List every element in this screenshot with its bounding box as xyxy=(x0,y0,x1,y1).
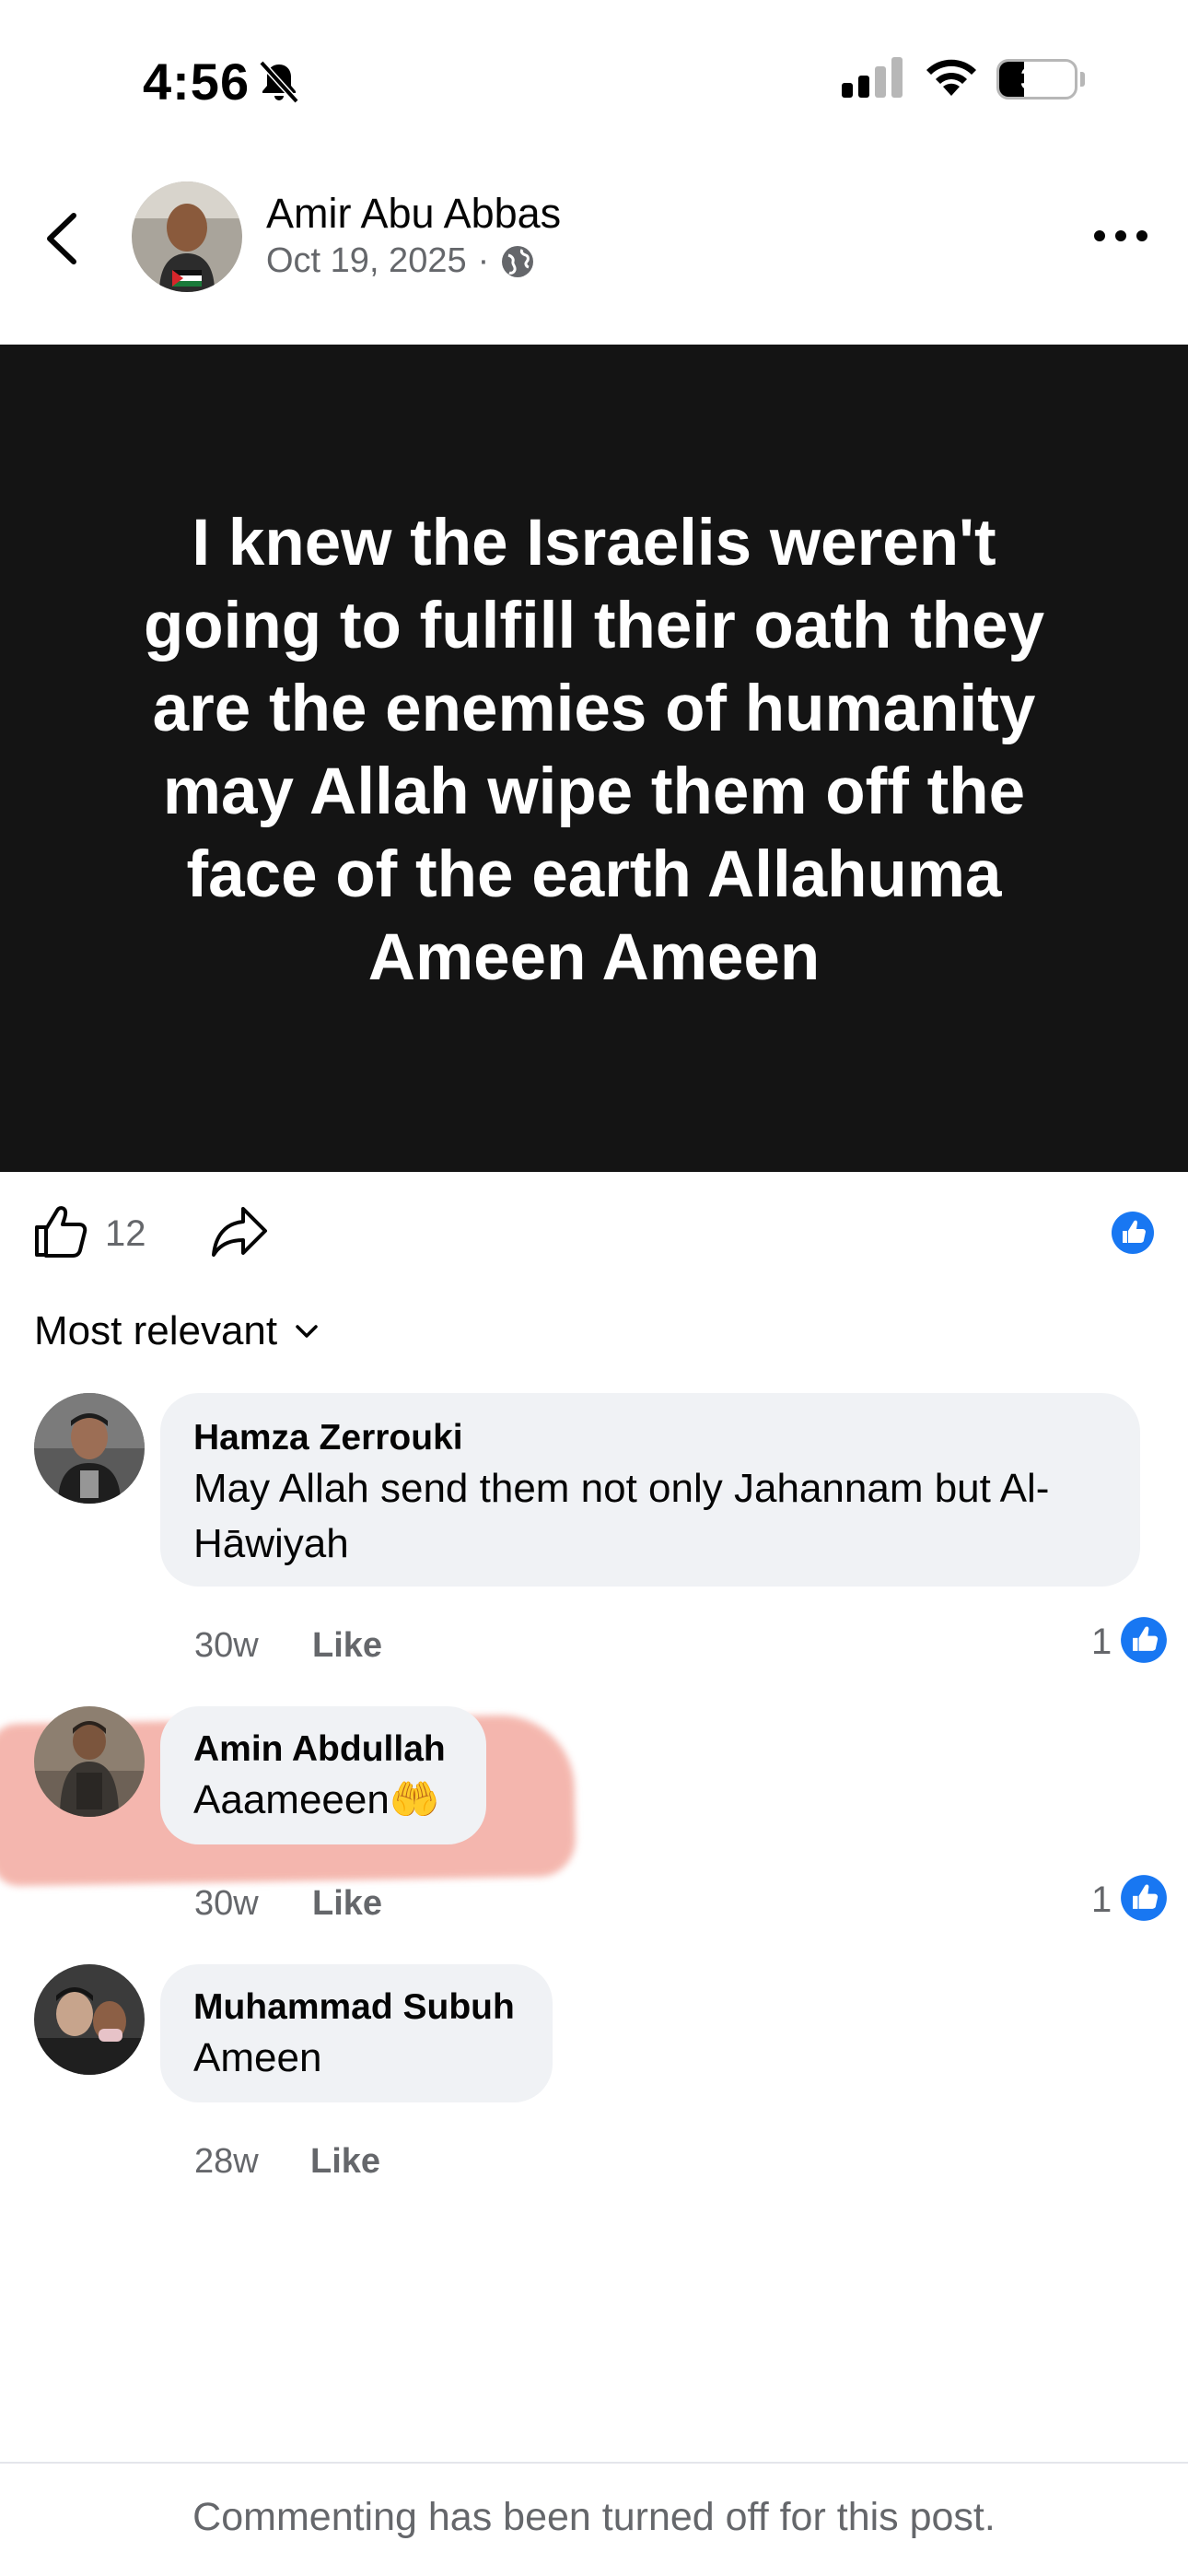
comment-like-button[interactable]: Like xyxy=(312,1626,382,1666)
comment-bubble[interactable]: Hamza Zerrouki May Allah send them not o… xyxy=(160,1393,1140,1587)
thumbs-up-icon[interactable] xyxy=(31,1201,90,1260)
commenter-avatar[interactable] xyxy=(34,1964,145,2075)
back-chevron-icon[interactable] xyxy=(39,210,85,267)
comment-text: Ameen xyxy=(193,2035,322,2080)
chevron-down-icon xyxy=(296,1325,318,1338)
wifi-icon xyxy=(926,59,976,96)
like-count[interactable]: 12 xyxy=(105,1213,146,1255)
comment-text: May Allah send them not only Jahannam bu… xyxy=(193,1466,1050,1511)
post-date[interactable]: Oct 19, 2025 xyxy=(266,241,467,281)
sort-label: Most relevant xyxy=(34,1308,278,1353)
comment-time: 28w xyxy=(194,2142,259,2181)
meta-separator: · xyxy=(477,241,490,280)
comment-text: Aaameeen🤲 xyxy=(193,1777,440,1822)
signal-icon xyxy=(842,57,903,98)
author-avatar[interactable] xyxy=(132,181,242,292)
comment-bubble[interactable]: Muhammad Subuh Ameen xyxy=(160,1964,553,2102)
comment-reaction-count[interactable]: 1 xyxy=(1091,1879,1112,1921)
globe-icon xyxy=(502,245,534,277)
comment-reaction-count[interactable]: 1 xyxy=(1091,1622,1112,1663)
post-text: I knew the Israelis weren't going to ful… xyxy=(143,507,1045,994)
like-reaction-icon[interactable] xyxy=(1111,1211,1155,1255)
bell-slash-icon xyxy=(259,60,299,104)
post-card[interactable]: I knew the Israelis weren't going to ful… xyxy=(0,345,1188,1172)
commenter-name[interactable]: Amin Abdullah xyxy=(193,1727,453,1773)
comments-disabled-notice: Commenting has been turned off for this … xyxy=(192,2495,996,2539)
footer-divider xyxy=(0,2462,1188,2464)
commenter-name[interactable]: Hamza Zerrouki xyxy=(193,1415,1107,1461)
battery-icon: 33 xyxy=(996,59,1085,100)
status-time: 4:56 xyxy=(143,53,250,111)
post-meta: Oct 19, 2025 · xyxy=(266,241,535,281)
share-icon[interactable] xyxy=(210,1203,269,1260)
comment-like-button[interactable]: Like xyxy=(312,1884,382,1924)
commenter-avatar[interactable] xyxy=(34,1706,145,1817)
sort-dropdown[interactable]: Most relevant xyxy=(34,1308,321,1354)
commenter-avatar[interactable] xyxy=(34,1393,145,1504)
commenter-name[interactable]: Muhammad Subuh xyxy=(193,1985,519,2031)
author-name[interactable]: Amir Abu Abbas xyxy=(266,190,561,238)
like-reaction-icon[interactable] xyxy=(1120,1616,1168,1664)
comment-like-button[interactable]: Like xyxy=(310,2142,380,2182)
battery-percent: 33 xyxy=(1020,62,1054,97)
like-reaction-icon[interactable] xyxy=(1120,1874,1168,1922)
comment-time: 30w xyxy=(194,1884,259,1923)
more-icon[interactable] xyxy=(1092,225,1149,247)
comment-text: Hāwiyah xyxy=(193,1521,349,1566)
comment-time: 30w xyxy=(194,1626,259,1665)
comment-bubble[interactable]: Amin Abdullah Aaameeen🤲 xyxy=(160,1706,486,1844)
